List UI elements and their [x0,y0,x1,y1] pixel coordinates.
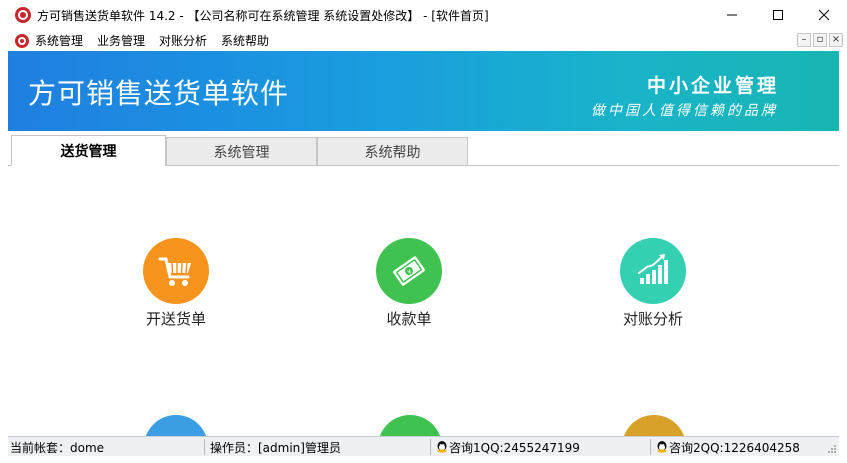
window-controls [709,0,847,30]
menu-bar: 系统管理 业务管理 对账分析 系统帮助 – ▫ × [0,30,847,51]
qq2-text: 咨询2QQ:1226404258 [669,440,800,455]
status-separator [650,439,651,455]
qq-icon [437,441,447,453]
create-delivery-label: 开送货单 [145,310,206,328]
bar-chart-icon [638,254,668,284]
close-button[interactable] [801,0,847,30]
status-bar: 当前帐套：dome 操作员：[admin]管理员 咨询1QQ:245524719… [8,436,839,456]
main-panel: 开送货单 ¥ 收款单 对账分析 [8,166,839,436]
partial-function-2[interactable] [378,415,442,436]
menu-item-system[interactable]: 系统管理 [35,32,83,49]
resize-grip-icon[interactable] [827,444,837,454]
reconcile-analysis-label: 对账分析 [622,310,683,328]
menu-logo-icon [15,33,29,48]
reconcile-analysis-circle [620,238,686,304]
tab-system-management[interactable]: 系统管理 [166,137,317,166]
header-banner: 方可销售送货单软件 中小企业管理 做中国人值得信赖的品牌 [8,51,839,131]
shopping-cart-icon [158,257,191,286]
qq-icon [657,441,667,453]
money-icon: ¥ [393,256,425,286]
status-qq2[interactable]: 咨询2QQ:1226404258 [656,437,800,457]
window-bottom-border [0,456,847,463]
close-icon [818,9,830,21]
tab-delivery-management[interactable]: 送货管理 [11,135,166,166]
status-account: 当前帐套：dome [10,440,105,455]
menu-item-help[interactable]: 系统帮助 [221,32,269,49]
banner-title: 方可销售送货单软件 [28,77,290,110]
minimize-button[interactable] [709,0,755,30]
menu-item-reconcile[interactable]: 对账分析 [159,32,207,49]
qq1-text: 咨询1QQ:2455247199 [449,440,580,455]
receipt-button[interactable]: ¥ 收款单 [349,238,469,329]
menu-item-business[interactable]: 业务管理 [97,32,145,49]
create-delivery-button[interactable]: 开送货单 [116,238,236,329]
status-operator: 操作员：[admin]管理员 [210,440,341,455]
status-qq1[interactable]: 咨询1QQ:2455247199 [436,437,580,457]
maximize-button[interactable] [755,0,801,30]
status-separator [430,439,431,455]
partial-function-3[interactable] [622,415,686,436]
mdi-close-button[interactable]: × [829,33,843,47]
create-delivery-circle [143,238,209,304]
receipt-circle: ¥ [376,238,442,304]
title-bar: 方可销售送货单软件 14.2 - 【公司名称可在系统管理 系统设置处修改】 - … [0,0,847,30]
mdi-minimize-button[interactable]: – [797,33,811,47]
minimize-icon [727,14,737,16]
window-title: 方可销售送货单软件 14.2 - 【公司名称可在系统管理 系统设置处修改】 - … [37,8,489,23]
banner-slogan: 中小企业管理 [646,75,779,97]
receipt-label: 收款单 [386,310,432,328]
mdi-restore-button[interactable]: ▫ [813,33,827,47]
app-logo-icon [15,7,31,23]
banner-tagline: 做中国人值得信赖的品牌 [591,103,778,119]
maximize-icon [773,10,783,20]
reconcile-analysis-button[interactable]: 对账分析 [593,238,713,329]
tab-system-help[interactable]: 系统帮助 [317,137,468,166]
mdi-controls: – ▫ × [797,33,843,47]
status-separator [204,439,205,455]
tab-bar: 送货管理 系统管理 系统帮助 [8,131,839,166]
partial-function-1[interactable] [144,415,208,436]
